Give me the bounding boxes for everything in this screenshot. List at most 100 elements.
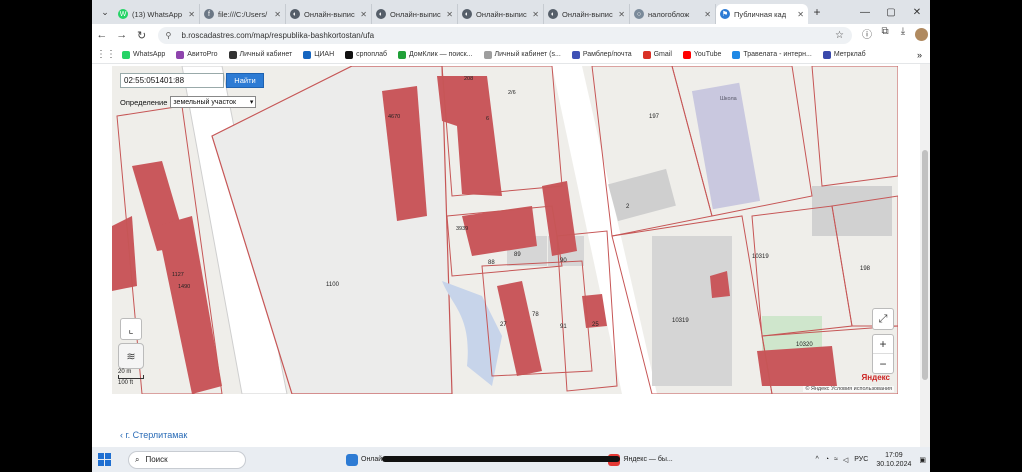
bookmark-star-icon[interactable]: ☆ [835,30,844,41]
fullscreen-icon: ⤢ [878,312,888,325]
bookmark-item[interactable]: Личный кабинет [228,50,293,59]
browser-tab[interactable]: W (13) WhatsApp ✕ [114,4,200,24]
browser-tab[interactable]: ◐ Онлайн-выпис ✕ [286,4,372,24]
profile-avatar[interactable] [912,26,930,44]
bookmark-label: српоплаб [356,51,387,58]
maximize-icon[interactable]: ▢ [878,7,904,18]
bookmark-favicon-icon [176,50,185,59]
map-terms-link[interactable]: © Яндекс Условия использования [803,386,894,392]
apps-grid-icon[interactable]: ⋮⋮ [96,49,116,60]
define-row: Определение земельный участок ▾ [120,96,257,108]
cadastral-number-input[interactable] [120,73,224,88]
browser-tab[interactable]: ⚑ Публичная кад ✕ [716,4,808,24]
parcel-label: 2/6 [508,90,516,96]
url-field[interactable]: ⚲ b.roscadastres.com/map/respublika-bash… [157,26,853,44]
extensions-icon[interactable]: ⧉ [876,26,894,44]
fullscreen-button[interactable]: ⤢ [872,308,894,330]
bookmarks-overflow-button[interactable]: » [917,50,922,60]
map-canvas[interactable] [112,66,898,394]
bookmark-item[interactable]: Gmail [642,50,672,59]
start-button[interactable] [98,453,120,466]
yandex-logo: Яндекс [861,373,890,382]
bookmark-item[interactable]: Личный кабинет (s... [483,50,561,59]
tab-close-icon[interactable]: ✕ [446,10,453,19]
forward-arrow-icon[interactable]: → [112,29,132,41]
scrollbar-thumb[interactable] [922,150,928,380]
parcel-label: 25 [592,322,599,328]
tab-favicon-icon: ○ [634,9,644,19]
parcel-label: 197 [649,114,660,120]
bookmark-item[interactable]: Рамблер/почта [571,50,632,59]
address-bar: ← → ↻ ⚲ b.roscadastres.com/map/respublik… [92,24,930,46]
redaction-bar [382,456,620,462]
bookmark-favicon-icon [571,50,580,59]
map-scale: 20 m 100 ft [118,369,144,386]
bookmark-label: Личный кабинет (s... [494,51,561,58]
language-indicator[interactable]: РУС [854,456,868,463]
bookmark-item[interactable]: АвитоPro [176,50,218,59]
bookmark-favicon-icon [397,50,406,59]
minimize-icon[interactable]: — [852,7,878,18]
bookmark-label: Личный кабинет [239,51,293,58]
notifications-icon[interactable]: ▣ [919,456,926,464]
bookmark-item[interactable]: ДомКлик — поиск... [397,50,473,59]
network-icon[interactable]: ◔ [825,456,829,463]
download-icon[interactable]: ⤓ [894,26,912,44]
taskbar-search[interactable]: ⌕ Поиск [128,450,246,469]
layers-button[interactable]: ≋ [118,343,144,369]
chevron-up-icon[interactable]: ^ [816,456,819,463]
info-icon[interactable]: ⓘ [858,26,876,44]
tab-close-icon[interactable]: ✕ [797,10,804,19]
bookmark-favicon-icon [822,50,831,59]
tab-favicon-icon: f [204,9,214,19]
bookmark-item[interactable]: WhatsApp [122,50,165,59]
tab-close-icon[interactable]: ✕ [188,10,195,19]
bookmark-item[interactable]: ЦИАН [303,50,334,59]
zoom-out-button[interactable]: − [873,354,893,373]
volume-icon[interactable]: ◁ [843,456,848,464]
bookmark-label: Метрклаб [833,51,866,58]
tab-bar: ⌄ W (13) WhatsApp ✕ f file:///C:/Users/ ✕ ◐ Онл… [92,0,930,24]
cadastral-map[interactable]: 1100 197 Школа 10319 10319 198 88 89 90 … [112,66,898,394]
wifi-icon[interactable]: ≈ [834,456,838,463]
tab-close-icon[interactable]: ✕ [532,10,539,19]
browser-tab[interactable]: ◐ Онлайн-выпис ✕ [544,4,630,24]
find-button[interactable]: Найти [226,73,264,88]
bookmark-item[interactable]: Метрклаб [822,50,866,59]
bookmark-item[interactable]: Травелата - интерн... [732,50,812,59]
bookmark-item[interactable]: српоплаб [345,50,387,59]
tab-title: налогоблож [648,9,690,19]
parcel-label: 89 [514,252,521,258]
bookmark-favicon-icon [642,50,651,59]
define-label: Определение [120,97,168,107]
browser-tab[interactable]: ◐ Онлайн-выпис ✕ [458,4,544,24]
site-info-icon[interactable]: ⚲ [166,31,176,40]
browser-tab[interactable]: ◐ Онлайн-выпис ✕ [372,4,458,24]
parcel-label: 78 [532,312,539,318]
page-scrollbar[interactable] [920,64,930,452]
tab-search-chevron-icon[interactable]: ⌄ [96,3,114,21]
browser-tab[interactable]: f file:///C:/Users/ ✕ [200,4,286,24]
desktop-screen: ⌄ W (13) WhatsApp ✕ f file:///C:/Users/ ✕ ◐ Онл… [92,0,930,472]
tab-close-icon[interactable]: ✕ [618,10,625,19]
back-link[interactable]: ‹ г. Стерлитамак [120,430,187,440]
tab-title: Онлайн-выпис [476,9,527,19]
scale-bar [118,375,144,379]
bookmark-item[interactable]: YouTube [682,50,721,59]
tab-title: (13) WhatsApp [132,9,183,19]
tab-close-icon[interactable]: ✕ [704,10,711,19]
new-tab-button[interactable]: + [808,5,826,19]
select-area-button[interactable]: ⌞ [120,318,142,340]
clock[interactable]: 17:09 30.10.2024 [876,451,911,469]
tab-favicon-icon: ◐ [290,9,300,19]
tab-close-icon[interactable]: ✕ [274,10,281,19]
zoom-in-button[interactable]: + [873,335,893,354]
cadastral-search: Найти [120,73,264,88]
back-arrow-icon[interactable]: ← [92,29,112,41]
tab-close-icon[interactable]: ✕ [360,10,367,19]
parcel-label: 1127 [172,272,184,278]
browser-tab[interactable]: ○ налогоблож ✕ [630,4,716,24]
define-select[interactable]: земельный участок ▾ [170,96,257,108]
reload-icon[interactable]: ↻ [132,29,152,42]
close-window-icon[interactable]: ✕ [904,7,930,18]
